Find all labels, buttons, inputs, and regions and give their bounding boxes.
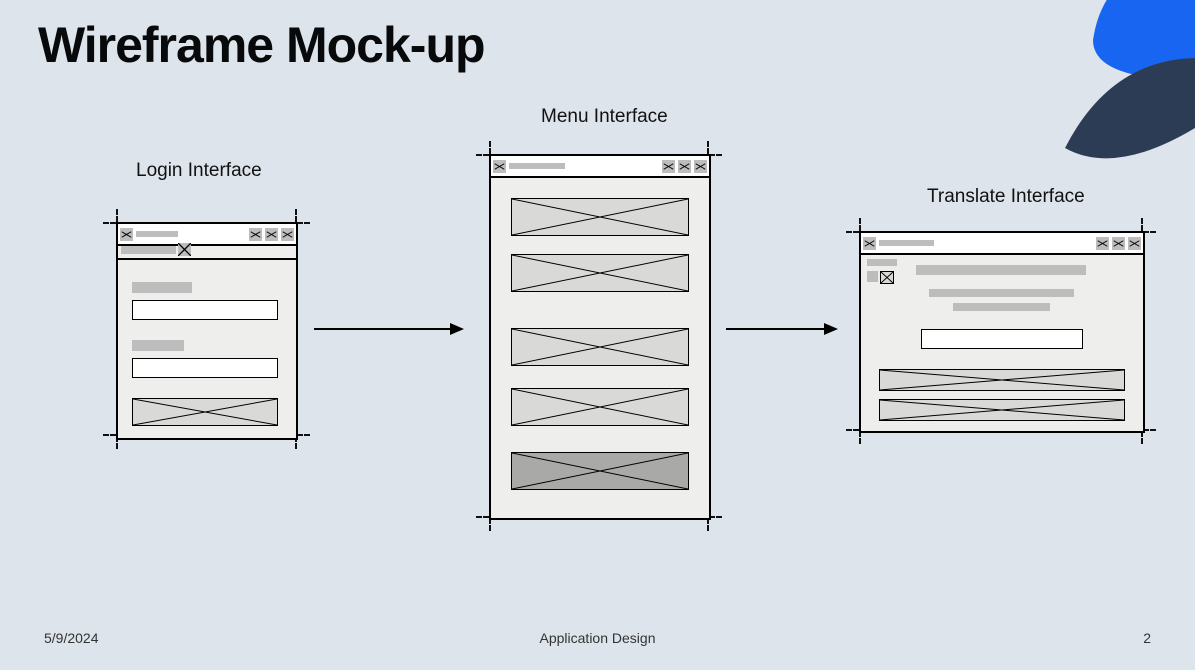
login-titlebar (118, 224, 296, 246)
window-close-icon (1128, 237, 1141, 250)
title-text-placeholder (509, 163, 565, 169)
menu-item-3[interactable] (511, 328, 689, 366)
translate-input[interactable] (921, 329, 1083, 349)
footer-center: Application Design (0, 630, 1195, 646)
login-submit-button[interactable] (132, 398, 278, 426)
translate-text-line-2 (929, 289, 1074, 297)
menu-item-2[interactable] (511, 254, 689, 292)
arrow-login-to-menu (314, 321, 464, 337)
translate-text-line-1 (916, 265, 1086, 275)
translate-subtitle (867, 259, 897, 266)
window-close-icon (694, 160, 707, 173)
login-username-input[interactable] (132, 300, 278, 320)
translate-action-1[interactable] (879, 369, 1125, 391)
window-max-icon (678, 160, 691, 173)
window-min-icon (249, 228, 262, 241)
login-password-input[interactable] (132, 358, 278, 378)
menu-item-5-selected[interactable] (511, 452, 689, 490)
arrow-menu-to-translate (726, 321, 838, 337)
translate-text-line-3 (953, 303, 1050, 311)
menu-item-1[interactable] (511, 198, 689, 236)
menu-wireframe (489, 154, 711, 520)
title-text-placeholder (879, 240, 934, 246)
translate-action-2[interactable] (879, 399, 1125, 421)
login-password-label (132, 340, 184, 351)
title-text-placeholder (136, 231, 178, 237)
toolbar-placeholder (121, 246, 176, 254)
window-menu-icon (863, 237, 876, 250)
translate-subtitle-2 (867, 271, 878, 282)
footer-page: 2 (1143, 630, 1151, 646)
window-menu-icon (493, 160, 506, 173)
menu-titlebar (491, 156, 709, 178)
window-max-icon (1112, 237, 1125, 250)
page-title: Wireframe Mock-up (38, 16, 485, 74)
login-wireframe (116, 222, 298, 440)
window-menu-icon (120, 228, 133, 241)
window-close-icon (281, 228, 294, 241)
translate-wireframe (859, 231, 1145, 433)
window-min-icon (662, 160, 675, 173)
window-max-icon (265, 228, 278, 241)
toolbar-icon (178, 243, 191, 256)
login-username-label (132, 282, 192, 293)
translate-titlebar (861, 233, 1143, 255)
corner-leaf-dark (1055, 58, 1195, 168)
slide: Wireframe Mock-up Login Interface Menu I… (0, 0, 1195, 670)
label-translate: Translate Interface (927, 186, 1085, 208)
menu-item-4[interactable] (511, 388, 689, 426)
label-menu: Menu Interface (541, 106, 668, 128)
label-login: Login Interface (136, 160, 262, 182)
window-min-icon (1096, 237, 1109, 250)
translate-tool-icon (880, 271, 893, 282)
